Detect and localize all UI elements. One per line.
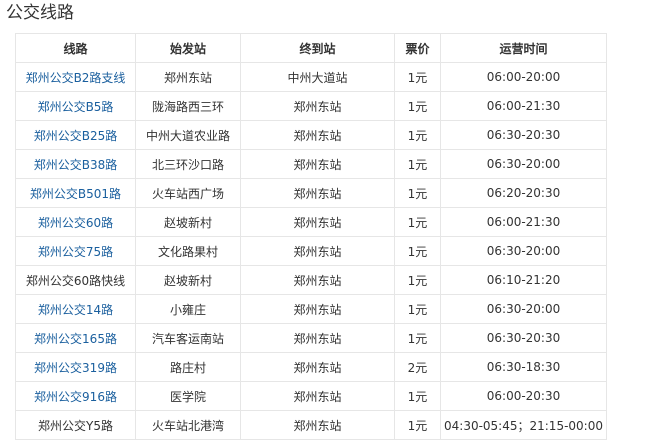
start-station-cell: 中州大道农业路	[135, 120, 241, 150]
end-station-cell: 郑州东站	[240, 294, 395, 324]
route-link[interactable]: 郑州公交319路	[34, 361, 117, 375]
hours-cell: 06:30-20:00	[440, 236, 607, 266]
table-body: 郑州公交B2路支线 郑州东站 中州大道站 1元 06:00-20:00 郑州公交B5路 陇海…	[15, 62, 607, 440]
route-cell: 郑州公交60路快线	[15, 265, 136, 295]
end-station-cell: 郑州东站	[240, 91, 395, 121]
table-row: 郑州公交B501路 火车站西广场 郑州东站 1元 06:20-20:30	[15, 178, 607, 208]
fare-cell: 1元	[394, 62, 441, 92]
route-link[interactable]: 郑州公交B38路	[34, 158, 118, 172]
hours-cell: 06:30-20:30	[440, 323, 607, 353]
table-row: 郑州公交B25路 中州大道农业路 郑州东站 1元 06:30-20:30	[15, 120, 607, 150]
fare-cell: 1元	[394, 323, 441, 353]
route-cell: 郑州公交916路	[15, 381, 136, 411]
table-row: 郑州公交B2路支线 郑州东站 中州大道站 1元 06:00-20:00	[15, 62, 607, 92]
fare-cell: 2元	[394, 352, 441, 382]
start-station-cell: 文化路果村	[135, 236, 241, 266]
column-header-route: 线路	[15, 33, 136, 63]
route-link[interactable]: 郑州公交B25路	[34, 129, 118, 143]
start-station-cell: 汽车客运南站	[135, 323, 241, 353]
route-cell: 郑州公交60路	[15, 207, 136, 237]
end-station-cell: 郑州东站	[240, 178, 395, 208]
table-row: 郑州公交319路 路庄村 郑州东站 2元 06:30-18:30	[15, 352, 607, 382]
start-station-cell: 陇海路西三环	[135, 91, 241, 121]
start-station-cell: 医学院	[135, 381, 241, 411]
route-cell: 郑州公交B38路	[15, 149, 136, 179]
hours-cell: 06:00-20:30	[440, 381, 607, 411]
route-cell: 郑州公交B5路	[15, 91, 136, 121]
fare-cell: 1元	[394, 410, 441, 440]
fare-cell: 1元	[394, 120, 441, 150]
column-header-end: 终到站	[240, 33, 395, 63]
start-station-cell: 郑州东站	[135, 62, 241, 92]
fare-cell: 1元	[394, 294, 441, 324]
route-link[interactable]: 郑州公交75路	[38, 245, 113, 259]
fare-cell: 1元	[394, 265, 441, 295]
fare-cell: 1元	[394, 207, 441, 237]
start-station-cell: 火车站西广场	[135, 178, 241, 208]
fare-cell: 1元	[394, 236, 441, 266]
route-link[interactable]: 郑州公交B2路支线	[26, 71, 126, 85]
table-row: 郑州公交165路 汽车客运南站 郑州东站 1元 06:30-20:30	[15, 323, 607, 353]
route-link[interactable]: 郑州公交B501路	[30, 187, 121, 201]
end-station-cell: 中州大道站	[240, 62, 395, 92]
end-station-cell: 郑州东站	[240, 352, 395, 382]
start-station-cell: 路庄村	[135, 352, 241, 382]
hours-cell: 06:30-18:30	[440, 352, 607, 382]
section-title: 公交线路	[6, 3, 74, 23]
route-link[interactable]: 郑州公交B5路	[38, 100, 114, 114]
route-cell: 郑州公交B25路	[15, 120, 136, 150]
column-header-hours: 运营时间	[440, 33, 607, 63]
table-row: 郑州公交916路 医学院 郑州东站 1元 06:00-20:30	[15, 381, 607, 411]
table-row: 郑州公交60路快线 赵坡新村 郑州东站 1元 06:10-21:20	[15, 265, 607, 295]
hours-cell: 06:10-21:20	[440, 265, 607, 295]
route-cell: 郑州公交75路	[15, 236, 136, 266]
route-link[interactable]: 郑州公交14路	[38, 303, 113, 317]
hours-cell: 06:00-21:30	[440, 91, 607, 121]
start-station-cell: 北三环沙口路	[135, 149, 241, 179]
route-cell: 郑州公交319路	[15, 352, 136, 382]
table-row: 郑州公交14路 小雍庄 郑州东站 1元 06:30-20:00	[15, 294, 607, 324]
fare-cell: 1元	[394, 91, 441, 121]
end-station-cell: 郑州东站	[240, 120, 395, 150]
hours-cell: 06:20-20:30	[440, 178, 607, 208]
start-station-cell: 火车站北港湾	[135, 410, 241, 440]
hours-cell: 04:30-05:45；21:15-00:00	[440, 410, 607, 440]
hours-cell: 06:00-21:30	[440, 207, 607, 237]
end-station-cell: 郑州东站	[240, 236, 395, 266]
route-cell: 郑州公交14路	[15, 294, 136, 324]
hours-cell: 06:00-20:00	[440, 62, 607, 92]
route-cell: 郑州公交165路	[15, 323, 136, 353]
end-station-cell: 郑州东站	[240, 207, 395, 237]
end-station-cell: 郑州东站	[240, 323, 395, 353]
route-link[interactable]: 郑州公交916路	[34, 390, 117, 404]
bus-routes-table: 线路 始发站 终到站 票价 运营时间 郑州公交B2路支线 郑州东站 中州大道站 1元 0…	[15, 33, 607, 440]
hours-cell: 06:30-20:00	[440, 149, 607, 179]
table-header-row: 线路 始发站 终到站 票价 运营时间	[15, 33, 607, 63]
column-header-fare: 票价	[394, 33, 441, 63]
table-row: 郑州公交B38路 北三环沙口路 郑州东站 1元 06:30-20:00	[15, 149, 607, 179]
start-station-cell: 小雍庄	[135, 294, 241, 324]
table-row: 郑州公交75路 文化路果村 郑州东站 1元 06:30-20:00	[15, 236, 607, 266]
fare-cell: 1元	[394, 178, 441, 208]
route-link[interactable]: 郑州公交165路	[34, 332, 117, 346]
route-link[interactable]: 郑州公交60路	[38, 216, 113, 230]
end-station-cell: 郑州东站	[240, 410, 395, 440]
route-cell: 郑州公交B501路	[15, 178, 136, 208]
hours-cell: 06:30-20:00	[440, 294, 607, 324]
table-row: 郑州公交60路 赵坡新村 郑州东站 1元 06:00-21:30	[15, 207, 607, 237]
start-station-cell: 赵坡新村	[135, 265, 241, 295]
start-station-cell: 赵坡新村	[135, 207, 241, 237]
column-header-start: 始发站	[135, 33, 241, 63]
table-row: 郑州公交B5路 陇海路西三环 郑州东站 1元 06:00-21:30	[15, 91, 607, 121]
table-row: 郑州公交Y5路 火车站北港湾 郑州东站 1元 04:30-05:45；21:15-00:…	[15, 410, 607, 440]
hours-cell: 06:30-20:30	[440, 120, 607, 150]
route-cell: 郑州公交B2路支线	[15, 62, 136, 92]
end-station-cell: 郑州东站	[240, 149, 395, 179]
route-cell: 郑州公交Y5路	[15, 410, 136, 440]
end-station-cell: 郑州东站	[240, 381, 395, 411]
fare-cell: 1元	[394, 149, 441, 179]
fare-cell: 1元	[394, 381, 441, 411]
end-station-cell: 郑州东站	[240, 265, 395, 295]
